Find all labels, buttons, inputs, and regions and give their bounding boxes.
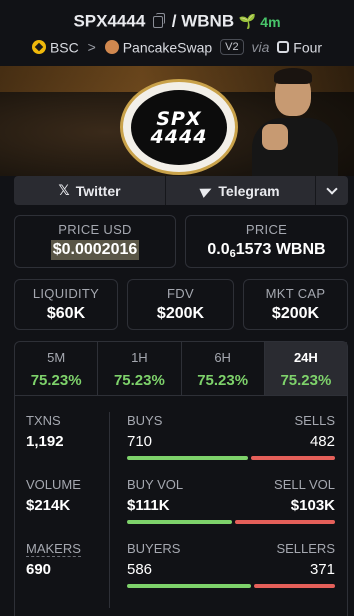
volume-label: VOLUME [26, 477, 81, 492]
tab-1h-change: 75.23% [113, 372, 165, 389]
sell-vol-label: SELL VOL [274, 477, 335, 492]
tab-24h-change: 75.23% [280, 372, 332, 389]
tab-5m-label: 5M [47, 350, 66, 365]
tab-24h-label: 24H [293, 350, 318, 365]
base-symbol: SPX4444 [73, 11, 146, 31]
x-logo-icon: 𝕏 [58, 182, 70, 198]
price-native-card: PRICE 0.061573 WBNB [185, 215, 348, 268]
buys-value: 710 [127, 433, 153, 450]
tab-1h[interactable]: 1H 75.23% [98, 342, 182, 395]
quote-symbol: WBNB [181, 11, 235, 31]
liquidity-card: LIQUIDITY $60K [14, 279, 118, 330]
pair-separator: / [171, 11, 177, 31]
tab-24h[interactable]: 24H 75.23% [264, 342, 347, 395]
price-native-prefix: 0.0 [207, 241, 230, 258]
pair-header: SPX4444 / WBNB 🌱 4m BSC > PancakeSwap V2 … [0, 0, 354, 66]
twitter-label: Twitter [75, 182, 121, 199]
banner-person-image [250, 66, 340, 176]
bsc-chain-icon [31, 40, 46, 55]
tab-6h-label: 6H [214, 350, 231, 365]
liquidity-label: LIQUIDITY [32, 286, 100, 301]
buyers-ratio-bar [127, 584, 251, 588]
price-native-value: 0.061573 WBNB [186, 241, 347, 260]
logo-text-line1: SPX [156, 107, 202, 130]
timeframe-tabs: 5M 75.23% 1H 75.23% 6H 75.23% 24H 75.23% [15, 342, 347, 396]
stats-divider [109, 412, 110, 608]
sellers-ratio-bar [254, 584, 335, 588]
tab-1h-label: 1H [131, 350, 148, 365]
buy-vol-value: $111K [127, 497, 170, 514]
sells-ratio-bar [251, 456, 335, 460]
chain-link[interactable]: BSC [50, 39, 79, 55]
price-native-label: PRICE [245, 222, 288, 237]
buyers-value: 586 [127, 561, 153, 578]
stats-panel: 5M 75.23% 1H 75.23% 6H 75.23% 24H 75.23%… [14, 341, 348, 616]
buys-label: BUYS [127, 413, 163, 428]
telegram-label: Telegram [218, 182, 280, 199]
token-logo-inner: SPX 4444 [131, 90, 227, 165]
logo-text-line2: 4444 [150, 125, 208, 148]
token-banner: SPX 4444 [0, 66, 354, 176]
market-cap-label: MKT CAP [265, 286, 326, 301]
buys-ratio-bar [127, 456, 248, 460]
tab-6h-change: 75.23% [197, 372, 249, 389]
telegram-button[interactable]: Telegram [166, 176, 316, 205]
pancakeswap-icon [104, 40, 119, 55]
person-hand [262, 124, 288, 150]
tab-6h[interactable]: 6H 75.23% [182, 342, 265, 395]
copy-icon[interactable] [153, 12, 166, 28]
pair-title: SPX4444 / WBNB 🌱 4m [0, 11, 354, 32]
social-links: 𝕏 Twitter Telegram [14, 176, 348, 205]
via-text: via [251, 39, 270, 56]
pair-age: 4m [260, 13, 281, 30]
buyers-label: BUYERS [127, 541, 181, 556]
sells-value: 482 [309, 433, 335, 450]
telegram-icon [199, 183, 214, 198]
twitter-button[interactable]: 𝕏 Twitter [14, 176, 166, 205]
fdv-card: FDV $200K [127, 279, 234, 330]
tab-5m[interactable]: 5M 75.23% [15, 342, 99, 395]
token-logo: SPX 4444 [120, 79, 238, 175]
liquidity-value: $60K [46, 305, 86, 322]
fdv-label: FDV [167, 286, 194, 301]
price-usd-value: $0.0002016 [50, 240, 140, 260]
price-native-digits: 1573 WBNB [235, 241, 326, 258]
person-hair [274, 68, 312, 84]
version-badge: V2 [220, 39, 244, 56]
sellers-value: 371 [309, 561, 335, 578]
sells-label: SELLS [294, 413, 335, 428]
txns-value: 1,192 [26, 433, 64, 450]
launchpad-link[interactable]: Four [293, 39, 322, 55]
more-links-button[interactable] [316, 176, 348, 205]
sprout-icon: 🌱 [238, 13, 257, 30]
chevron-down-icon [326, 182, 338, 195]
breadcrumb-separator: > [87, 39, 96, 56]
buy-vol-ratio-bar [127, 520, 232, 524]
sell-vol-ratio-bar [235, 520, 335, 524]
dex-link[interactable]: PancakeSwap [123, 39, 213, 55]
makers-label-text[interactable]: MAKERS [26, 541, 81, 557]
volume-value: $214K [26, 497, 71, 514]
market-cap-card: MKT CAP $200K [243, 279, 348, 330]
market-cap-value: $200K [271, 305, 320, 322]
sellers-label: SELLERS [276, 541, 335, 556]
tab-5m-change: 75.23% [30, 372, 82, 389]
makers-label: MAKERS [26, 541, 81, 557]
price-usd-card: PRICE USD $0.0002016 [14, 215, 176, 268]
makers-value: 690 [26, 561, 52, 578]
buy-vol-label: BUY VOL [127, 477, 184, 492]
fdv-value: $200K [156, 305, 205, 322]
pair-breadcrumb: BSC > PancakeSwap V2 via Four [0, 38, 354, 56]
four-launchpad-icon [277, 41, 290, 54]
price-usd-label: PRICE USD [58, 222, 132, 237]
sell-vol-value: $103K [290, 497, 335, 514]
txns-label: TXNS [26, 413, 61, 428]
